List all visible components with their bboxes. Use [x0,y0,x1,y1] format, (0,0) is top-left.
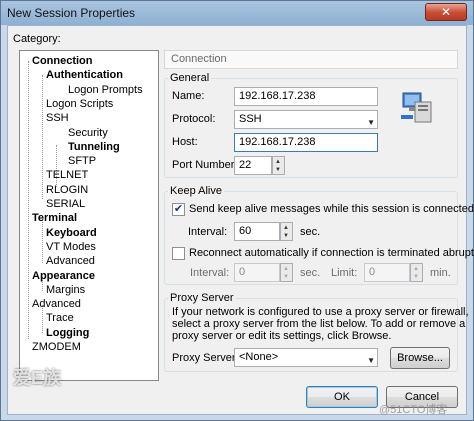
host-input[interactable]: 192.168.17.238 [234,133,378,152]
session-properties-window: New Session Properties ✕ Category: Conne… [0,0,474,421]
send-keepalive-checkbox[interactable]: ✔ [172,203,185,216]
tree-item-rlogin[interactable]: RLOGIN [44,183,90,197]
limit-input[interactable]: 0 [364,263,410,282]
port-spinner[interactable]: ▲ ▼ [272,156,285,175]
proxy-description-line2: select a proxy server from the list belo… [172,318,466,330]
chevron-down-icon: ▼ [367,118,375,127]
port-input[interactable]: 22 [234,156,272,175]
tree-item-logon-scripts[interactable]: Logon Scripts [44,97,115,111]
limit-label: Limit: [331,267,358,279]
proxy-server-label: Proxy Server: [172,352,239,364]
spin-down-icon: ▼ [413,274,419,280]
category-label: Category: [13,33,61,45]
keepalive-interval-unit: sec. [300,226,321,238]
category-tree[interactable]: Connection Authentication Logon Prompts Log… [19,50,159,381]
tree-item-zmodem[interactable]: ZMODEM [30,340,83,354]
title-bar[interactable]: New Session Properties ✕ [1,1,473,25]
watermark-left: 爱E族 [13,368,62,388]
tree-item-connection[interactable]: Connection [30,54,95,68]
network-computer-icon [401,92,432,123]
spin-up-icon: ▲ [283,266,289,272]
keepalive-interval-label: Interval: [188,226,228,238]
tree-item-advanced[interactable]: Advanced [30,297,83,311]
proxy-server-select[interactable]: <None> ▼ [234,348,378,367]
keepalive-interval-spinner[interactable]: ▲ ▼ [280,222,293,241]
keepalive-group-title: Keep Alive [168,185,224,197]
tree-item-ssh[interactable]: SSH [44,111,71,125]
keepalive-interval-input[interactable]: 60 [234,222,280,241]
protocol-value: SSH [239,113,262,125]
tree-item-security[interactable]: Security [66,126,110,140]
proxy-description-line1: If your network is configured to use a p… [172,306,469,318]
tree-item-logon-prompts[interactable]: Logon Prompts [66,83,145,97]
port-label: Port Number: [172,159,238,171]
proxy-description-line3: proxy server or edit its settings, click… [172,330,392,342]
send-keepalive-label[interactable]: Send keep alive messages while this sess… [189,203,474,215]
tree-item-margins[interactable]: Margins [44,283,87,297]
browse-button[interactable]: Browse... [390,347,450,369]
host-label: Host: [172,136,198,148]
tree-item-tunneling[interactable]: Tunneling [66,140,122,154]
reconnect-interval-input[interactable]: 0 [234,263,280,282]
spin-down-icon: ▼ [275,167,281,173]
spin-down-icon: ▼ [283,233,289,239]
spin-up-icon: ▲ [275,159,281,165]
reconnect-checkbox[interactable] [172,247,185,260]
close-button[interactable]: ✕ [425,3,467,21]
tree-item-trace[interactable]: Trace [44,311,76,325]
tree-item-sftp[interactable]: SFTP [66,154,98,168]
reconnect-interval-spinner[interactable]: ▲ ▼ [280,263,293,282]
panel-title: Connection [171,53,227,65]
chevron-down-icon: ▼ [367,356,375,365]
general-group-title: General [168,72,212,84]
tree-item-serial[interactable]: SERIAL [44,197,87,211]
watermark-right: @51CTO博客 [379,404,448,416]
tree-item-logging[interactable]: Logging [44,326,91,340]
dialog-body: Category: Connection Authentication Logon … [7,25,474,415]
reconnect-interval-unit: sec. [300,267,321,279]
tree-item-vt-modes[interactable]: VT Modes [44,240,98,254]
tree-item-telnet[interactable]: TELNET [44,168,90,182]
tree-item-terminal[interactable]: Terminal [30,211,79,225]
tree-item-keyboard[interactable]: Keyboard [44,226,99,240]
name-input[interactable]: 192.168.17.238 [234,87,378,106]
spin-down-icon: ▼ [283,274,289,280]
limit-unit: min. [430,267,451,279]
limit-spinner[interactable]: ▲ ▼ [410,263,423,282]
reconnect-label[interactable]: Reconnect automatically if connection is… [189,247,474,259]
protocol-select[interactable]: SSH ▼ [234,110,378,129]
tree-item-advanced[interactable]: Advanced [44,254,97,268]
protocol-label: Protocol: [172,113,216,125]
panel-header: Connection [164,50,458,69]
tree-item-appearance[interactable]: Appearance [30,269,97,283]
proxy-group-title: Proxy Server [168,292,236,304]
name-label: Name: [172,90,205,102]
reconnect-interval-label: Interval: [190,267,230,279]
window-title: New Session Properties [7,6,136,20]
ok-button[interactable]: OK [306,386,378,408]
spin-up-icon: ▲ [413,266,419,272]
close-icon: ✕ [440,5,452,19]
spin-up-icon: ▲ [283,225,289,231]
proxy-server-value: <None> [239,351,279,363]
tree-item-authentication[interactable]: Authentication [44,68,125,82]
